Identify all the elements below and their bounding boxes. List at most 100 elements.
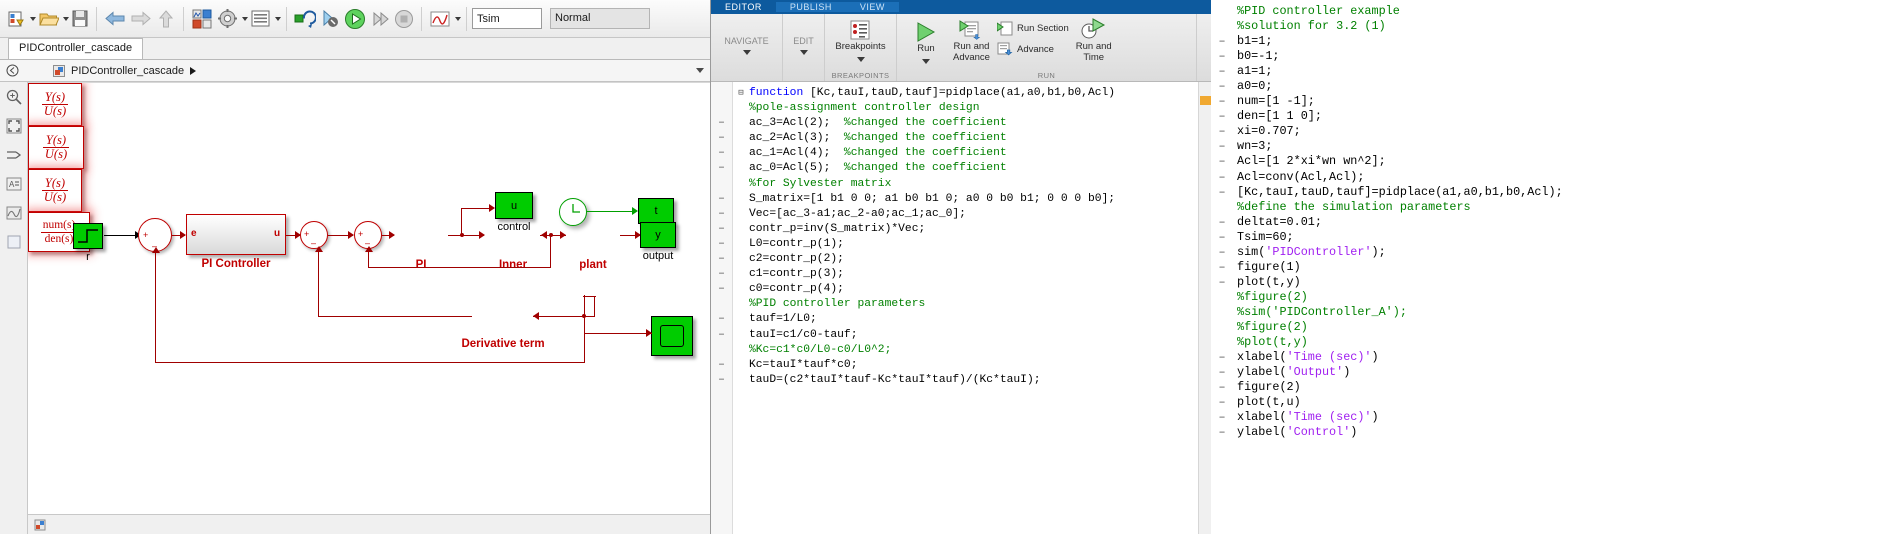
editor-code-line[interactable]: ac_1=Acl(4); %changed the coefficient	[749, 146, 1211, 161]
tab-editor[interactable]: EDITOR	[711, 2, 776, 12]
script-code-line[interactable]: %figure(2)	[1237, 290, 1887, 305]
fit-to-view-icon[interactable]	[5, 117, 23, 135]
script-code-line[interactable]: xlabel('Time (sec)')	[1237, 350, 1887, 365]
editor-fold-column[interactable]: ⊟	[733, 82, 749, 534]
pi-controller-subsystem[interactable]	[186, 214, 286, 255]
edit-dropdown-icon[interactable]	[799, 50, 808, 56]
editor-line-marker[interactable]	[711, 343, 732, 358]
script-line-marker[interactable]: –	[1211, 34, 1233, 49]
clock-block[interactable]	[559, 198, 587, 226]
editor-line-marker[interactable]: –	[711, 192, 732, 207]
script-line-marker[interactable]: –	[1211, 275, 1233, 290]
script-code-line[interactable]: b1=1;	[1237, 34, 1887, 49]
transfer-fcn-inner[interactable]: Y(s) U(s)	[28, 126, 84, 169]
script-code-line[interactable]: deltat=0.01;	[1237, 215, 1887, 230]
signal-routing-icon[interactable]	[5, 146, 23, 164]
script-code-line[interactable]: plot(t,u)	[1237, 395, 1887, 410]
editor-line-marker[interactable]	[711, 86, 732, 101]
editor-fold-marker[interactable]	[733, 237, 749, 252]
editor-line-marker[interactable]: –	[711, 328, 732, 343]
editor-fold-marker[interactable]	[733, 252, 749, 267]
editor-code-line[interactable]: tauf=1/L0;	[749, 312, 1211, 327]
editor-fold-marker[interactable]	[733, 131, 749, 146]
run-section-button[interactable]: Run Section	[994, 20, 1072, 37]
scope-block[interactable]	[651, 316, 693, 356]
transfer-fcn-pi[interactable]: Y(s) U(s)	[28, 83, 82, 126]
editor-fold-marker[interactable]	[733, 177, 749, 192]
model-explorer-dropdown-icon[interactable]	[275, 16, 281, 21]
script-code-line[interactable]: num=[1 -1];	[1237, 94, 1887, 109]
script-code-line[interactable]: xlabel('Time (sec)')	[1237, 410, 1887, 425]
breadcrumb-label[interactable]: PIDController_cascade	[71, 65, 184, 77]
editor-line-marker[interactable]: –	[711, 222, 732, 237]
editor-code-line[interactable]: ac_3=Acl(2); %changed the coefficient	[749, 116, 1211, 131]
fast-restart-button[interactable]	[318, 5, 342, 33]
editor-line-marker[interactable]: –	[711, 282, 732, 297]
script-line-marker[interactable]: –	[1211, 215, 1233, 230]
annotation-icon[interactable]: A	[5, 175, 23, 193]
script-code-line[interactable]: b0=-1;	[1237, 49, 1887, 64]
navigate-dropdown-icon[interactable]	[742, 50, 751, 56]
model-canvas[interactable]: r + – e u PI Controller + – + – Y(s) U(s…	[28, 82, 710, 534]
editor-fold-marker[interactable]	[733, 116, 749, 131]
editor-code-line[interactable]: tauI=c1/c0-tauf;	[749, 328, 1211, 343]
model-explorer-button[interactable]	[248, 5, 273, 33]
editor-fold-marker[interactable]	[733, 222, 749, 237]
script-code-line[interactable]: %sim('PIDController_A');	[1237, 305, 1887, 320]
script-source-text[interactable]: %PID controller example %solution for 3.2…	[1233, 0, 1887, 534]
editor-fold-marker[interactable]	[733, 297, 749, 312]
script-line-marker[interactable]: –	[1211, 365, 1233, 380]
script-line-marker[interactable]: –	[1211, 230, 1233, 245]
script-code-line[interactable]: %figure(2)	[1237, 320, 1887, 335]
back-button[interactable]	[102, 5, 128, 33]
script-line-marker[interactable]	[1211, 200, 1233, 215]
editor-code-line[interactable]: S_matrix=[1 b1 0 0; a1 b0 b1 0; a0 0 b0 …	[749, 192, 1211, 207]
script-line-marker[interactable]: –	[1211, 154, 1233, 169]
editor-fold-marker[interactable]	[733, 192, 749, 207]
to-workspace-control[interactable]: u	[495, 192, 533, 219]
script-code-line[interactable]: %define the simulation parameters	[1237, 200, 1887, 215]
script-code-line[interactable]: xi=0.707;	[1237, 124, 1887, 139]
transfer-fcn-plant[interactable]: Y(s) U(s)	[28, 169, 82, 212]
up-to-parent-button[interactable]	[154, 5, 178, 33]
advance-button[interactable]: Advance	[994, 41, 1072, 58]
simulation-data-inspector-button[interactable]	[427, 5, 453, 33]
scope-icon[interactable]	[5, 204, 23, 222]
editor-code-line[interactable]: ac_2=Acl(3); %changed the coefficient	[749, 131, 1211, 146]
editor-source-text[interactable]: function [Kc,tauI,tauD,tauf]=pidplace(a1…	[749, 82, 1211, 534]
script-line-marker[interactable]: –	[1211, 410, 1233, 425]
script-code-line[interactable]: den=[1 1 0];	[1237, 109, 1887, 124]
editor-fold-marker[interactable]	[733, 207, 749, 222]
back-circle-icon[interactable]	[6, 64, 19, 77]
run-and-advance-button[interactable]: Run and Advance	[949, 16, 994, 66]
editor-code-line[interactable]: contr_p=inv(S_matrix)*Vec;	[749, 222, 1211, 237]
breakpoints-button[interactable]: Breakpoints	[831, 16, 889, 55]
new-model-button[interactable]	[4, 5, 28, 33]
editor-code-line[interactable]: L0=contr_p(1);	[749, 237, 1211, 252]
save-model-button[interactable]	[69, 5, 91, 33]
script-code-line[interactable]: wn=3;	[1237, 139, 1887, 154]
editor-line-marker[interactable]: –	[711, 267, 732, 282]
script-code-line[interactable]: Tsim=60;	[1237, 230, 1887, 245]
to-workspace-time[interactable]: t	[638, 198, 674, 224]
editor-code-line[interactable]: %PID controller parameters	[749, 297, 1211, 312]
script-code-line[interactable]: %plot(t,y)	[1237, 335, 1887, 350]
forward-button[interactable]	[128, 5, 154, 33]
script-line-marker[interactable]: –	[1211, 350, 1233, 365]
script-line-marker[interactable]	[1211, 305, 1233, 320]
editor-line-marker[interactable]: –	[711, 358, 732, 373]
script-line-marker[interactable]: –	[1211, 395, 1233, 410]
editor-fold-marker[interactable]	[733, 312, 749, 327]
editor-fold-marker[interactable]	[733, 161, 749, 176]
script-code-line[interactable]: figure(1)	[1237, 260, 1887, 275]
update-model-button[interactable]	[292, 5, 318, 33]
script-line-marker[interactable]: –	[1211, 124, 1233, 139]
editor-code-area[interactable]: – – – – – – – – – – – – – – – ⊟ function [Kc,tauI,t…	[711, 82, 1211, 534]
script-line-marker[interactable]: –	[1211, 425, 1233, 440]
editor-code-line[interactable]: %pole-assignment controller design	[749, 101, 1211, 116]
editor-line-marker[interactable]: –	[711, 207, 732, 222]
run-and-time-button[interactable]: Run and Time	[1072, 16, 1116, 66]
breadcrumb-arrow-icon[interactable]	[190, 66, 197, 75]
editor-code-line[interactable]: c0=contr_p(4);	[749, 282, 1211, 297]
editor-fold-marker[interactable]	[733, 358, 749, 373]
